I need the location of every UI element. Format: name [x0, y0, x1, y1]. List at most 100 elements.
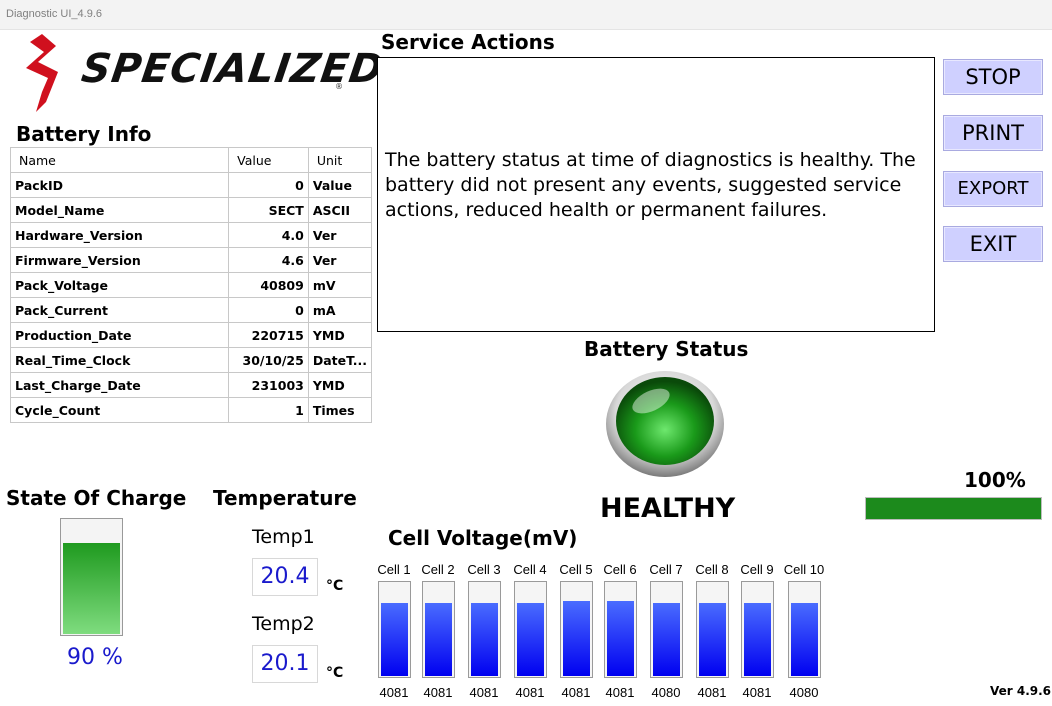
state-of-charge-fill — [63, 543, 120, 634]
cell-value: 220715 — [228, 322, 309, 348]
cell-voltage-fill — [744, 603, 771, 676]
service-actions-title: Service Actions — [381, 30, 555, 54]
stop-button[interactable]: STOP — [943, 59, 1043, 95]
cell-voltage-bar — [514, 581, 547, 678]
cell-voltage-fill — [607, 601, 634, 676]
cell-name: Model_Name — [9, 197, 230, 223]
cell-voltage-bar — [696, 581, 729, 678]
table-row[interactable]: Pack_Current 0 mA — [9, 297, 373, 323]
state-of-charge-value: 90 % — [67, 645, 123, 670]
print-button[interactable]: PRINT — [943, 115, 1043, 151]
cell-value: SECT — [228, 197, 309, 223]
cell-unit: YMD — [307, 372, 373, 398]
cell-voltage-fill — [791, 603, 818, 676]
cell-voltage-value: 4080 — [651, 685, 681, 700]
cell-voltage-value: 4081 — [423, 685, 453, 700]
trademark-mark: ® — [335, 82, 343, 91]
cell-label: Cell 4 — [513, 562, 547, 577]
column-header-value[interactable]: Value — [228, 147, 309, 173]
cell-label: Cell 7 — [649, 562, 683, 577]
temp2-label: Temp2 — [252, 613, 315, 635]
cell-unit: YMD — [307, 322, 373, 348]
cell-voltage-value: 4081 — [379, 685, 409, 700]
table-row[interactable]: Cycle_Count 1 Times — [9, 397, 373, 423]
cell-name: Pack_Voltage — [9, 272, 230, 298]
cell-name: Real_Time_Clock — [9, 347, 230, 373]
cell-unit: Ver — [307, 222, 373, 248]
table-row[interactable]: Model_Name SECT ASCII — [9, 197, 373, 223]
cell-voltage-fill — [699, 603, 726, 676]
cell-unit: mV — [307, 272, 373, 298]
cell-voltage-bar — [422, 581, 455, 678]
battery-info-title: Battery Info — [16, 122, 152, 146]
progress-percent: 100% — [964, 468, 1026, 492]
column-header-unit[interactable]: Unit — [307, 147, 373, 173]
cell-name: PackID — [9, 172, 230, 198]
cell-value: 30/10/25 — [228, 347, 309, 373]
progress-bar-fill — [866, 498, 1041, 519]
cell-name: Production_Date — [9, 322, 230, 348]
cell-unit: Ver — [307, 247, 373, 273]
window-title: Diagnostic UI_4.9.6 — [6, 8, 102, 20]
table-row[interactable]: Firmware_Version 4.6 Ver — [9, 247, 373, 273]
exit-button[interactable]: EXIT — [943, 226, 1043, 262]
cell-unit: ASCII — [307, 197, 373, 223]
window-titlebar[interactable]: Diagnostic UI_4.9.6 — [0, 0, 1052, 30]
cell-voltage-value: 4081 — [469, 685, 499, 700]
column-header-name[interactable]: Name — [9, 147, 230, 173]
temp1-unit: °C — [326, 578, 344, 594]
export-button[interactable]: EXPORT — [943, 171, 1043, 207]
cell-voltage-bar — [378, 581, 411, 678]
cell-value: 4.6 — [228, 247, 309, 273]
table-row[interactable]: Hardware_Version 4.0 Ver — [9, 222, 373, 248]
cell-voltage-value: 4081 — [561, 685, 591, 700]
cell-voltage-bar — [741, 581, 774, 678]
table-header-row: Name Value Unit — [9, 147, 373, 173]
cell-value: 231003 — [228, 372, 309, 398]
cell-name: Hardware_Version — [9, 222, 230, 248]
cell-voltage-value: 4081 — [742, 685, 772, 700]
cell-voltage-fill — [563, 601, 590, 676]
cell-label: Cell 3 — [467, 562, 501, 577]
cell-voltage-value: 4080 — [789, 685, 819, 700]
cell-name: Firmware_Version — [9, 247, 230, 273]
version-label: Ver 4.9.6 — [990, 684, 1052, 698]
cell-value: 1 — [228, 397, 309, 423]
table-row[interactable]: PackID 0 Value — [9, 172, 373, 198]
cell-voltage-fill — [425, 603, 452, 676]
table-row[interactable]: Production_Date 220715 YMD — [9, 322, 373, 348]
cell-unit: Value — [307, 172, 373, 198]
progress-bar — [865, 497, 1042, 520]
cell-voltage-fill — [381, 603, 408, 676]
temp1-value: 20.4 — [252, 558, 318, 596]
cell-name: Pack_Current — [9, 297, 230, 323]
temperature-title: Temperature — [213, 486, 357, 510]
cell-voltage-fill — [653, 603, 680, 676]
cell-voltage-value: 4081 — [515, 685, 545, 700]
table-row[interactable]: Pack_Voltage 40809 mV — [9, 272, 373, 298]
cell-label: Cell 1 — [377, 562, 411, 577]
cell-voltage-value: 4081 — [605, 685, 635, 700]
cell-label: Cell 10 — [783, 562, 825, 577]
table-row[interactable]: Real_Time_Clock 30/10/25 DateT... — [9, 347, 373, 373]
cell-voltage-value: 4081 — [697, 685, 727, 700]
cell-unit: DateT... — [307, 347, 373, 373]
state-of-charge-title: State Of Charge — [6, 486, 187, 510]
cell-label: Cell 2 — [421, 562, 455, 577]
cell-name: Cycle_Count — [9, 397, 230, 423]
cell-label: Cell 9 — [740, 562, 774, 577]
table-row[interactable]: Last_Charge_Date 231003 YMD — [9, 372, 373, 398]
service-actions-text: The battery status at time of diagnostic… — [385, 149, 916, 221]
cell-name: Last_Charge_Date — [9, 372, 230, 398]
cell-voltage-bar — [468, 581, 501, 678]
cell-label: Cell 8 — [695, 562, 729, 577]
cell-unit: Times — [307, 397, 373, 423]
cell-voltage-bar — [650, 581, 683, 678]
cell-voltage-title: Cell Voltage(mV) — [388, 526, 578, 550]
cell-label: Cell 5 — [559, 562, 593, 577]
temp2-value: 20.1 — [252, 645, 318, 683]
cell-value: 0 — [228, 297, 309, 323]
cell-voltage-fill — [517, 603, 544, 676]
state-of-charge-gauge — [60, 518, 123, 636]
battery-info-table: Name Value Unit PackID 0 Value Model_Name SE… — [9, 147, 373, 423]
